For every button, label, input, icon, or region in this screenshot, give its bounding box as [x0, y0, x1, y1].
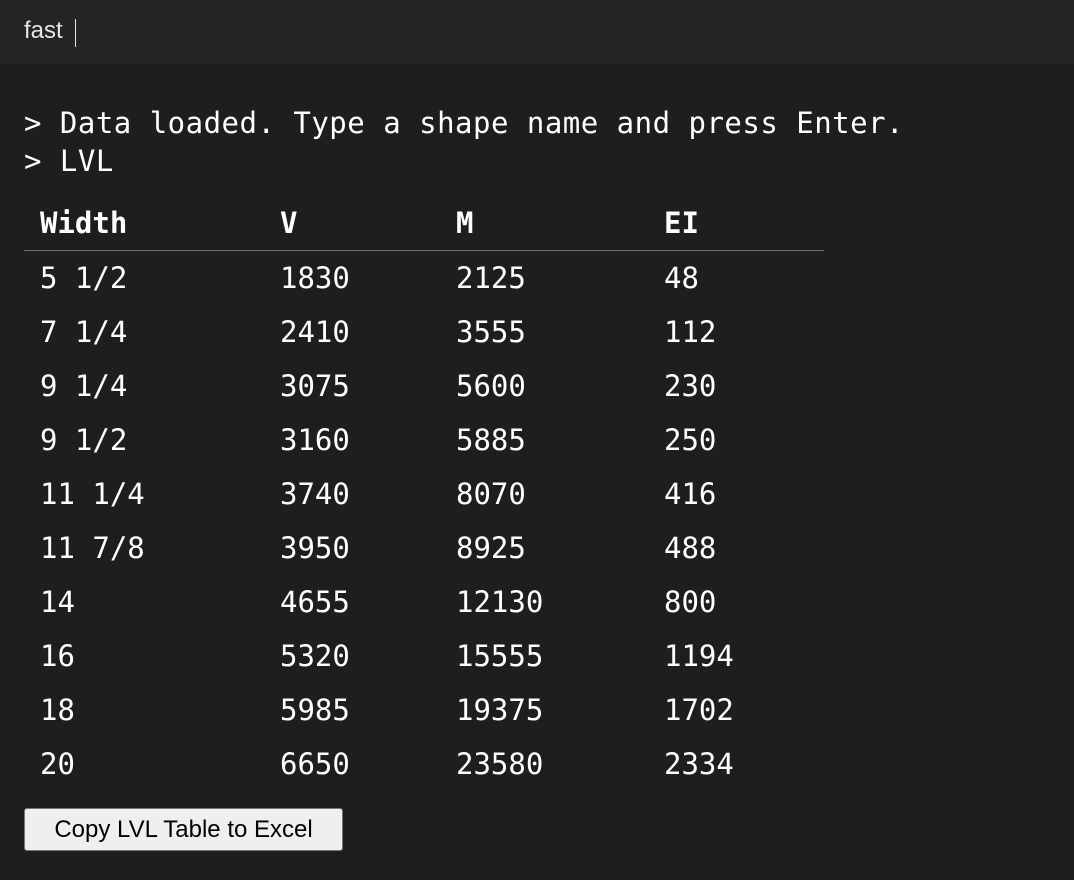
cell-m: 8925 [456, 531, 526, 565]
cell-ei: 488 [664, 531, 717, 565]
cell-m: 3555 [456, 315, 526, 349]
cell-m: 15555 [456, 639, 544, 673]
cell-v: 1830 [280, 261, 350, 295]
cell-width: 11 7/8 [40, 531, 145, 565]
cell-v: 3950 [280, 531, 350, 565]
cell-m: 8070 [456, 477, 526, 511]
cell-ei: 1194 [664, 639, 734, 673]
table-row: 11 1/4 3740 8070 416 [24, 467, 824, 521]
cell-m: 19375 [456, 693, 544, 727]
table-header-row: Width V M EI [24, 196, 824, 251]
cell-ei: 800 [664, 585, 717, 619]
table-row: 9 1/4 3075 5600 230 [24, 359, 824, 413]
cell-ei: 250 [664, 423, 717, 457]
cell-v: 5985 [280, 693, 350, 727]
table-row: 16 5320 15555 1194 [24, 629, 824, 683]
cell-v: 3160 [280, 423, 350, 457]
cell-ei: 48 [664, 261, 699, 295]
cell-ei: 1702 [664, 693, 734, 727]
table-row: 7 1/4 2410 3555 112 [24, 305, 824, 359]
console-output: > Data loaded. Type a shape name and pre… [24, 104, 904, 180]
cell-width: 14 [40, 585, 75, 619]
cell-width: 9 1/2 [40, 423, 128, 457]
console-line: > Data loaded. Type a shape name and pre… [24, 106, 905, 140]
table-row: 14 4655 12130 800 [24, 575, 824, 629]
cell-v: 4655 [280, 585, 350, 619]
command-input-bar[interactable]: fast [0, 0, 1074, 64]
cell-v: 3075 [280, 369, 350, 403]
table-row: 18 5985 19375 1702 [24, 683, 824, 737]
command-input[interactable]: fast [24, 15, 63, 47]
cell-ei: 416 [664, 477, 717, 511]
cell-m: 5885 [456, 423, 526, 457]
cell-width: 16 [40, 639, 75, 673]
cell-width: 9 1/4 [40, 369, 128, 403]
cell-m: 2125 [456, 261, 526, 295]
console-line: > LVL [24, 144, 114, 178]
cell-ei: 2334 [664, 747, 734, 781]
cell-m: 23580 [456, 747, 544, 781]
cell-width: 18 [40, 693, 75, 727]
table-row: 9 1/2 3160 5885 250 [24, 413, 824, 467]
cell-m: 5600 [456, 369, 526, 403]
table-row: 5 1/2 1830 2125 48 [24, 251, 824, 306]
cell-width: 11 1/4 [40, 477, 145, 511]
lvl-table: Width V M EI 5 1/2 1830 2125 48 7 1/4 24… [24, 196, 824, 791]
column-header-m: M [440, 196, 648, 251]
table-row: 20 6650 23580 2334 [24, 737, 824, 791]
copy-to-excel-button[interactable]: Copy LVL Table to Excel [24, 808, 343, 851]
text-cursor [75, 19, 76, 47]
cell-width: 20 [40, 747, 75, 781]
column-header-ei: EI [648, 196, 824, 251]
cell-v: 3740 [280, 477, 350, 511]
cell-v: 5320 [280, 639, 350, 673]
cell-ei: 230 [664, 369, 717, 403]
table-row: 11 7/8 3950 8925 488 [24, 521, 824, 575]
column-header-width: Width [24, 196, 264, 251]
cell-ei: 112 [664, 315, 717, 349]
cell-v: 2410 [280, 315, 350, 349]
cell-m: 12130 [456, 585, 544, 619]
column-header-v: V [264, 196, 440, 251]
cell-v: 6650 [280, 747, 350, 781]
cell-width: 7 1/4 [40, 315, 128, 349]
cell-width: 5 1/2 [40, 261, 128, 295]
